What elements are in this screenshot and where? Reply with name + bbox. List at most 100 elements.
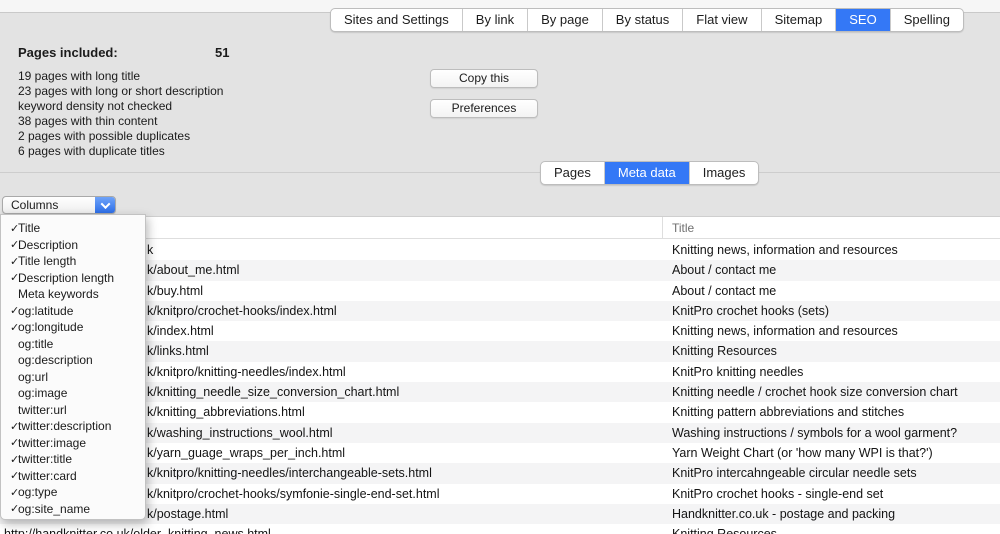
- view-tab[interactable]: By status: [603, 9, 683, 31]
- table-row[interactable]: k/links.html Knitting Resources: [0, 341, 1000, 361]
- summary-stat-line: 19 pages with long title: [18, 69, 223, 84]
- view-tab[interactable]: By link: [463, 9, 528, 31]
- table-row[interactable]: k/postage.html Handknitter.co.uk - posta…: [0, 504, 1000, 524]
- checkmark-icon: ✓: [1, 486, 18, 499]
- row-url-cell: k: [147, 240, 153, 260]
- columns-menu-item[interactable]: ✓ og:image: [1, 385, 145, 402]
- columns-menu-item[interactable]: ✓ og:title: [1, 336, 145, 353]
- table-row[interactable]: k/knitting_needle_size_conversion_chart.…: [0, 382, 1000, 402]
- row-title-cell: Knitting Resources: [672, 524, 777, 534]
- view-tab[interactable]: By page: [528, 9, 603, 31]
- view-tab[interactable]: Sites and Settings: [331, 9, 463, 31]
- table-row[interactable]: k Knitting news, information and resourc…: [0, 240, 1000, 260]
- seo-summary-stats: 19 pages with long title 23 pages with l…: [18, 69, 223, 159]
- row-title-cell: Knitting news, information and resources: [672, 240, 898, 260]
- columns-menu-item[interactable]: ✓ og:url: [1, 369, 145, 386]
- table-row[interactable]: k/knitpro/knitting-needles/index.html Kn…: [0, 362, 1000, 382]
- row-url-cell: http://handknitter.co.uk/older_knitting_…: [4, 524, 271, 534]
- row-title-cell: Knitting news, information and resources: [672, 321, 898, 341]
- columns-menu-item[interactable]: ✓ Title: [1, 220, 145, 237]
- columns-menu-item[interactable]: ✓ twitter:url: [1, 402, 145, 419]
- table-row[interactable]: k/index.html Knitting news, information …: [0, 321, 1000, 341]
- view-tabs: Sites and Settings By link By page By st…: [330, 8, 964, 32]
- popup-cap: [95, 197, 115, 213]
- summary-stat-line: 23 pages with long or short description: [18, 84, 223, 99]
- columns-menu-item-label: og:title: [18, 337, 53, 351]
- row-url-cell: k/index.html: [147, 321, 214, 341]
- summary-stat-line: keyword density not checked: [18, 99, 223, 114]
- columns-popup-button[interactable]: Columns: [2, 196, 116, 214]
- row-url-cell: k/postage.html: [147, 504, 228, 524]
- columns-menu-item[interactable]: ✓ Description: [1, 237, 145, 254]
- view-tab[interactable]: Sitemap: [762, 9, 837, 31]
- row-title-cell: About / contact me: [672, 281, 776, 301]
- table-row[interactable]: k/knitpro/crochet-hooks/symfonie-single-…: [0, 484, 1000, 504]
- row-url-cell: k/about_me.html: [147, 260, 239, 280]
- table-row[interactable]: k/about_me.html About / contact me: [0, 260, 1000, 280]
- row-title-cell: KnitPro knitting needles: [672, 362, 803, 382]
- data-view-tab[interactable]: Meta data: [605, 162, 690, 184]
- columns-menu-item[interactable]: ✓ Meta keywords: [1, 286, 145, 303]
- columns-menu-item-label: twitter:title: [18, 452, 72, 466]
- section-divider: [0, 172, 1000, 173]
- table-row[interactable]: k/knitpro/knitting-needles/interchangeab…: [0, 463, 1000, 483]
- row-url-cell: k/knitpro/knitting-needles/interchangeab…: [147, 463, 432, 483]
- checkmark-icon: ✓: [1, 271, 18, 284]
- checkmark-icon: ✓: [1, 420, 18, 433]
- row-url-cell: k/knitpro/knitting-needles/index.html: [147, 362, 346, 382]
- checkmark-icon: ✓: [1, 222, 18, 235]
- table-row[interactable]: k/yarn_guage_wraps_per_inch.html Yarn We…: [0, 443, 1000, 463]
- data-view-tab-label: Images: [703, 165, 746, 180]
- row-title-cell: Handknitter.co.uk - postage and packing: [672, 504, 895, 524]
- columns-menu-item[interactable]: ✓ Title length: [1, 253, 145, 270]
- columns-menu-item[interactable]: ✓ Description length: [1, 270, 145, 287]
- checkmark-icon: ✓: [1, 453, 18, 466]
- view-tab-label: By status: [616, 12, 669, 27]
- columns-menu-item[interactable]: ✓ twitter:description: [1, 418, 145, 435]
- checkmark-icon: ✓: [1, 469, 18, 482]
- row-url-cell: k/buy.html: [147, 281, 203, 301]
- row-url-cell: k/washing_instructions_wool.html: [147, 423, 333, 443]
- checkmark-icon: ✓: [1, 255, 18, 268]
- table-row[interactable]: k/knitpro/crochet-hooks/index.html KnitP…: [0, 301, 1000, 321]
- view-tab[interactable]: Flat view: [683, 9, 761, 31]
- columns-menu-item[interactable]: ✓ twitter:title: [1, 451, 145, 468]
- columns-menu-item-label: Description length: [18, 271, 114, 285]
- data-view-tab[interactable]: Pages: [541, 162, 605, 184]
- summary-stat-line: 38 pages with thin content: [18, 114, 223, 129]
- columns-menu-item[interactable]: ✓ twitter:card: [1, 468, 145, 485]
- columns-menu-item-label: twitter:image: [18, 436, 86, 450]
- table-row[interactable]: k/washing_instructions_wool.html Washing…: [0, 423, 1000, 443]
- columns-menu-item[interactable]: ✓ og:site_name: [1, 501, 145, 518]
- columns-menu-item[interactable]: ✓ twitter:image: [1, 435, 145, 452]
- row-title-cell: KnitPro crochet hooks - single-end set: [672, 484, 883, 504]
- checkmark-icon: ✓: [1, 436, 18, 449]
- columns-menu-item-label: og:site_name: [18, 502, 90, 516]
- columns-menu-item[interactable]: ✓ og:description: [1, 352, 145, 369]
- columns-menu-item[interactable]: ✓ og:type: [1, 484, 145, 501]
- row-title-cell: Knitting needle / crochet hook size conv…: [672, 382, 958, 402]
- row-title-cell: KnitPro intercahngeable circular needle …: [672, 463, 917, 483]
- columns-menu-item-label: twitter:card: [18, 469, 77, 483]
- table-row[interactable]: k/buy.html About / contact me: [0, 281, 1000, 301]
- columns-menu-item-label: og:latitude: [18, 304, 73, 318]
- columns-menu-item-label: og:description: [18, 353, 93, 367]
- data-view-tab[interactable]: Images: [690, 162, 759, 184]
- columns-menu-item-label: twitter:url: [18, 403, 67, 417]
- view-tab-label: By page: [541, 12, 589, 27]
- row-url-cell: k/knitting_abbreviations.html: [147, 402, 305, 422]
- columns-menu-item[interactable]: ✓ og:latitude: [1, 303, 145, 320]
- table-row[interactable]: k/knitting_abbreviations.html Knitting p…: [0, 402, 1000, 422]
- view-tab[interactable]: SEO: [836, 9, 890, 31]
- view-tab-label: SEO: [849, 12, 876, 27]
- copy-this-button[interactable]: Copy this: [430, 69, 538, 88]
- preferences-button[interactable]: Preferences: [430, 99, 538, 118]
- row-title-cell: About / contact me: [672, 260, 776, 280]
- title-column-header[interactable]: Title: [672, 217, 694, 239]
- data-view-tabs: Pages Meta data Images: [540, 161, 759, 185]
- table-row[interactable]: http://handknitter.co.uk/older_knitting_…: [0, 524, 1000, 534]
- view-tab[interactable]: Spelling: [891, 9, 963, 31]
- columns-menu-item[interactable]: ✓ og:longitude: [1, 319, 145, 336]
- view-tab-label: By link: [476, 12, 514, 27]
- row-title-cell: Knitting pattern abbreviations and stitc…: [672, 402, 904, 422]
